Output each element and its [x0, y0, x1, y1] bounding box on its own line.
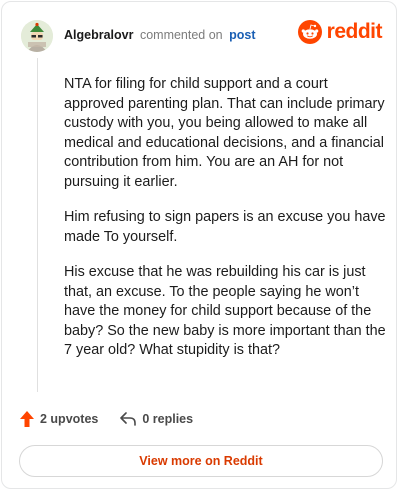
reply-button[interactable]: 0 replies [120, 412, 193, 426]
avatar-image [21, 20, 53, 52]
post-link[interactable]: post [229, 28, 255, 42]
comment-paragraph: His excuse that he was rebuilding his ca… [64, 264, 386, 358]
comment-body: NTA for filing for child support and a c… [64, 75, 390, 377]
comment-paragraph: NTA for filing for child support and a c… [64, 76, 385, 190]
reply-count: 0 replies [142, 412, 194, 426]
comment-header: Algebralovr commented on post [64, 27, 256, 43]
thread-line [37, 58, 38, 392]
reddit-snoo-icon [297, 20, 322, 44]
view-more-button[interactable]: View more on Reddit [19, 445, 383, 477]
comment-card: Algebralovr commented on post reddit NTA… [1, 1, 397, 489]
reply-arrow-icon [120, 412, 137, 426]
username[interactable]: Algebralovr [64, 28, 133, 42]
comment-actions: 2 upvotes 0 replies [20, 411, 193, 427]
upvote-count: 2 upvotes [40, 412, 99, 426]
reddit-brand[interactable]: reddit [297, 20, 383, 44]
avatar[interactable] [21, 20, 53, 52]
commented-on-text: commented on [139, 28, 223, 42]
upvote-arrow-icon [20, 411, 34, 427]
comment-paragraph: Him refusing to sign papers is an excuse… [64, 209, 386, 245]
upvote-button[interactable]: 2 upvotes [20, 411, 98, 427]
reddit-wordmark: reddit [326, 20, 383, 43]
